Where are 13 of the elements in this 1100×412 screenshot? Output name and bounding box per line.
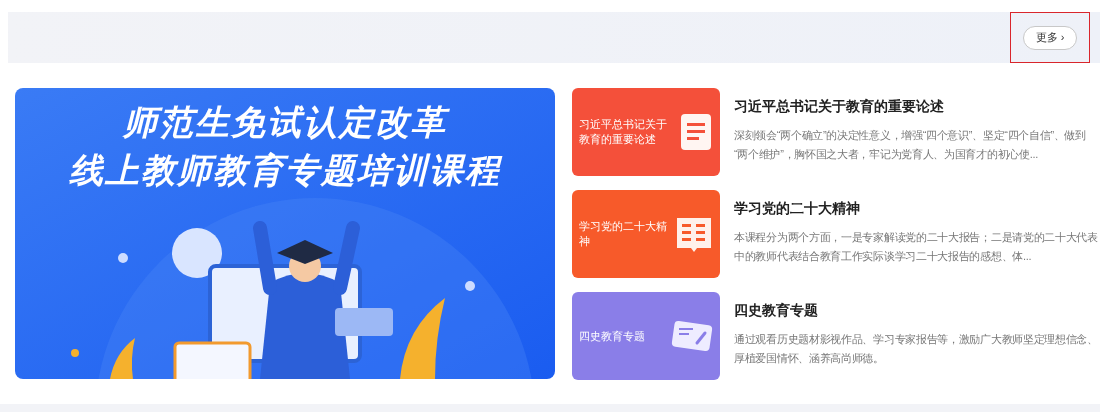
banner-title: 线上教师教育专题培训课程 — [69, 150, 501, 191]
course-description: 本课程分为两个方面，一是专家解读党的二十大报告；二是请党的二十大代表中的教师代表结合教育工作实际谈学习二十大报告的感想、体... — [734, 230, 1099, 264]
course-title[interactable]: 习近平总书记关于教育的重要论述 — [734, 96, 1100, 116]
course-description: 通过观看历史题材影视作品、学习专家报告等，激励广大教师坚定理想信念、厚植爱国情怀、涵养高尚师德。 — [734, 332, 1099, 366]
course-banner[interactable]: 师范生免试认定改革 线上教师教育专题培训课程 — [15, 88, 555, 379]
more-button[interactable]: 更多 › — [1022, 25, 1078, 50]
thumbnail-label: 习近平总书记关于教育的重要论述 — [579, 117, 667, 147]
course-title[interactable]: 学习党的二十大精神 — [734, 198, 1100, 218]
thumbnail-label: 学习党的二十大精神 — [579, 219, 667, 249]
document-icon — [679, 112, 713, 152]
thumbnail-label: 四史教育专题 — [579, 328, 646, 344]
course-description: 深刻领会“两个确立”的决定性意义，增强“四个意识”、坚定“四个自信”、做到 “两个维护”，胸怀国之大者，牢记为党育人、为国育才的初心使... — [734, 128, 1087, 162]
course-title[interactable]: 四史教育专题 — [734, 300, 1100, 320]
